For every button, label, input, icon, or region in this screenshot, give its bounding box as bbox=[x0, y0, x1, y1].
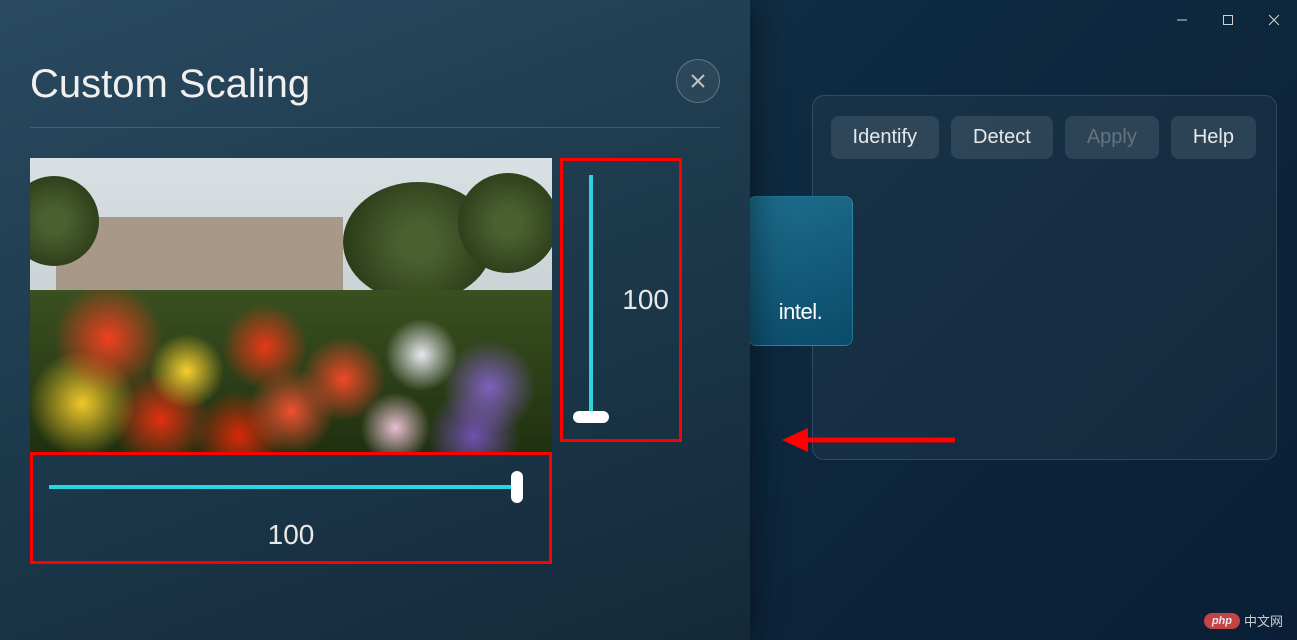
vertical-slider-track[interactable] bbox=[573, 175, 608, 425]
modal-header: Custom Scaling bbox=[0, 0, 750, 127]
modal-title: Custom Scaling bbox=[30, 62, 310, 107]
custom-scaling-modal: Custom Scaling 100 bbox=[0, 0, 750, 640]
horizontal-scaling-slider: 100 bbox=[30, 452, 552, 564]
window-close-button[interactable] bbox=[1251, 0, 1297, 40]
apply-button: Apply bbox=[1065, 116, 1159, 159]
intel-logo: intel. bbox=[779, 299, 822, 325]
watermark-text: 中文网 bbox=[1244, 611, 1283, 630]
watermark-pill: php bbox=[1204, 613, 1240, 629]
preview-image bbox=[30, 158, 552, 452]
modal-close-button[interactable] bbox=[676, 59, 720, 103]
display-panel: Identify Detect Apply Help intel. bbox=[812, 95, 1277, 460]
action-button-row: Identify Detect Apply Help bbox=[833, 116, 1256, 159]
help-button[interactable]: Help bbox=[1171, 116, 1256, 159]
horizontal-slider-track[interactable] bbox=[49, 473, 533, 501]
vertical-slider-value: 100 bbox=[622, 284, 669, 316]
minimize-icon bbox=[1176, 14, 1188, 26]
horizontal-slider-value: 100 bbox=[268, 519, 315, 551]
horizontal-slider-thumb[interactable] bbox=[511, 471, 523, 503]
close-icon bbox=[690, 73, 706, 89]
vertical-slider-fill bbox=[589, 175, 593, 415]
watermark: php 中文网 bbox=[1204, 611, 1283, 630]
divider bbox=[30, 127, 720, 128]
detect-button[interactable]: Detect bbox=[951, 116, 1053, 159]
minimize-button[interactable] bbox=[1159, 0, 1205, 40]
left-column: 100 bbox=[30, 158, 552, 564]
display-tile[interactable]: intel. bbox=[748, 196, 853, 346]
vertical-slider-thumb[interactable] bbox=[573, 411, 609, 423]
maximize-icon bbox=[1222, 14, 1234, 26]
vertical-scaling-slider: 100 bbox=[560, 158, 682, 442]
scaling-content: 100 100 bbox=[0, 158, 750, 564]
close-icon bbox=[1268, 14, 1280, 26]
window-controls bbox=[1159, 0, 1297, 40]
identify-button[interactable]: Identify bbox=[831, 116, 939, 159]
maximize-button[interactable] bbox=[1205, 0, 1251, 40]
horizontal-slider-fill bbox=[49, 485, 514, 489]
